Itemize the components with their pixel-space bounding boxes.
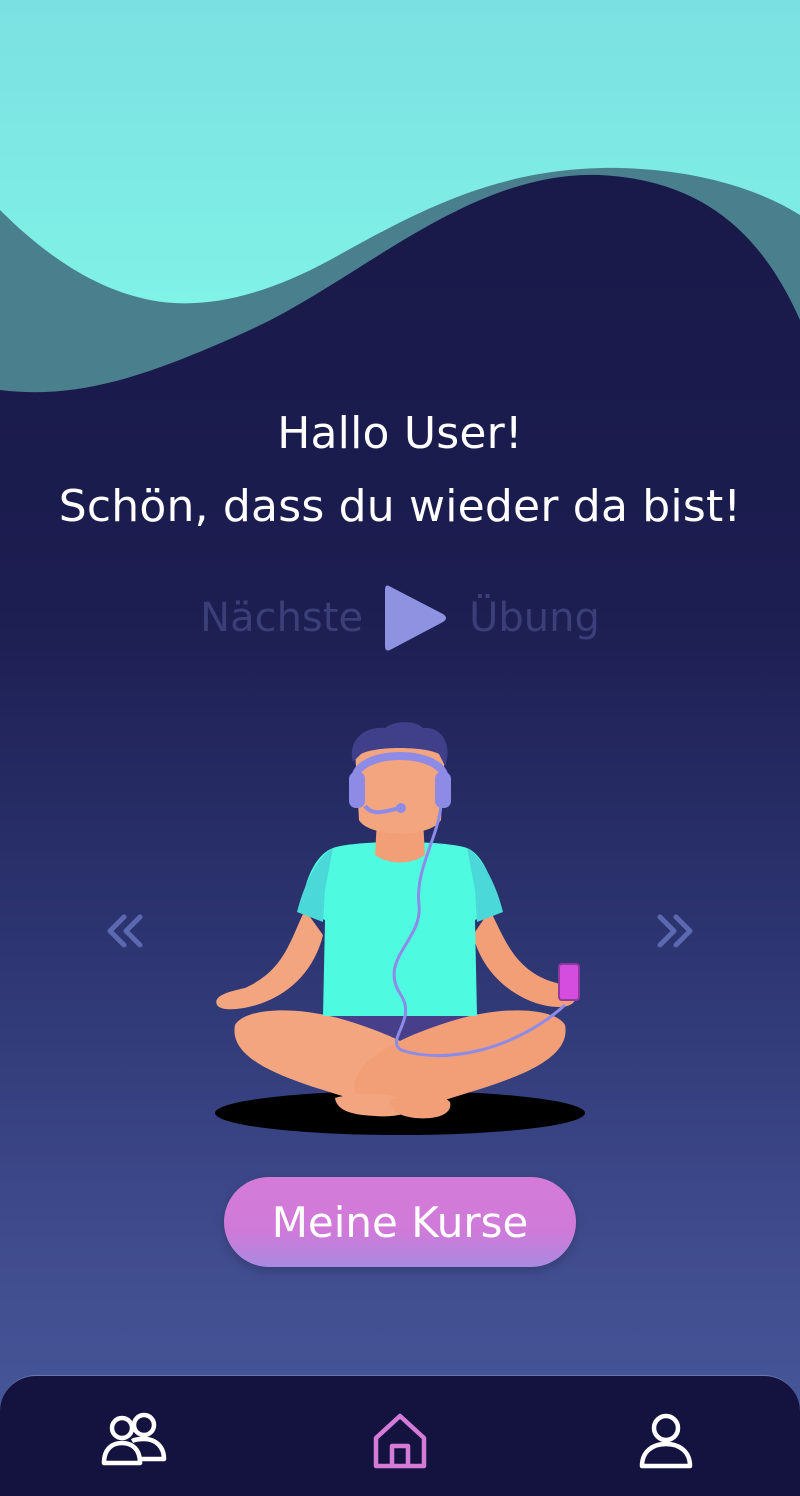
carousel-prev-button[interactable]	[100, 905, 150, 955]
carousel-next-button[interactable]	[650, 905, 700, 955]
double-chevron-right-icon	[657, 914, 693, 948]
double-chevron-left-icon	[107, 914, 143, 948]
header-wave	[0, 0, 800, 393]
my-courses-button[interactable]: Meine Kurse	[224, 1177, 576, 1267]
home-icon	[373, 1413, 427, 1469]
users-icon	[101, 1412, 167, 1466]
next-exercise-label-right: Übung	[469, 595, 600, 641]
greeting-title: Hallo User!	[277, 408, 523, 459]
meditation-illustration	[215, 722, 585, 1135]
user-icon	[639, 1413, 693, 1469]
nav-community[interactable]	[94, 1406, 174, 1476]
play-button[interactable]	[381, 580, 451, 656]
play-icon	[385, 585, 447, 651]
greeting-subtitle: Schön, dass du wieder da bist!	[58, 481, 742, 532]
bottom-nav	[0, 1375, 800, 1496]
next-exercise: Nächste Übung	[0, 578, 800, 658]
next-exercise-label-left: Nächste	[200, 595, 364, 641]
nav-home[interactable]	[360, 1406, 440, 1476]
nav-profile[interactable]	[626, 1406, 706, 1476]
home-screen: Hallo User! Schön, dass du wieder da bis…	[0, 0, 800, 1496]
